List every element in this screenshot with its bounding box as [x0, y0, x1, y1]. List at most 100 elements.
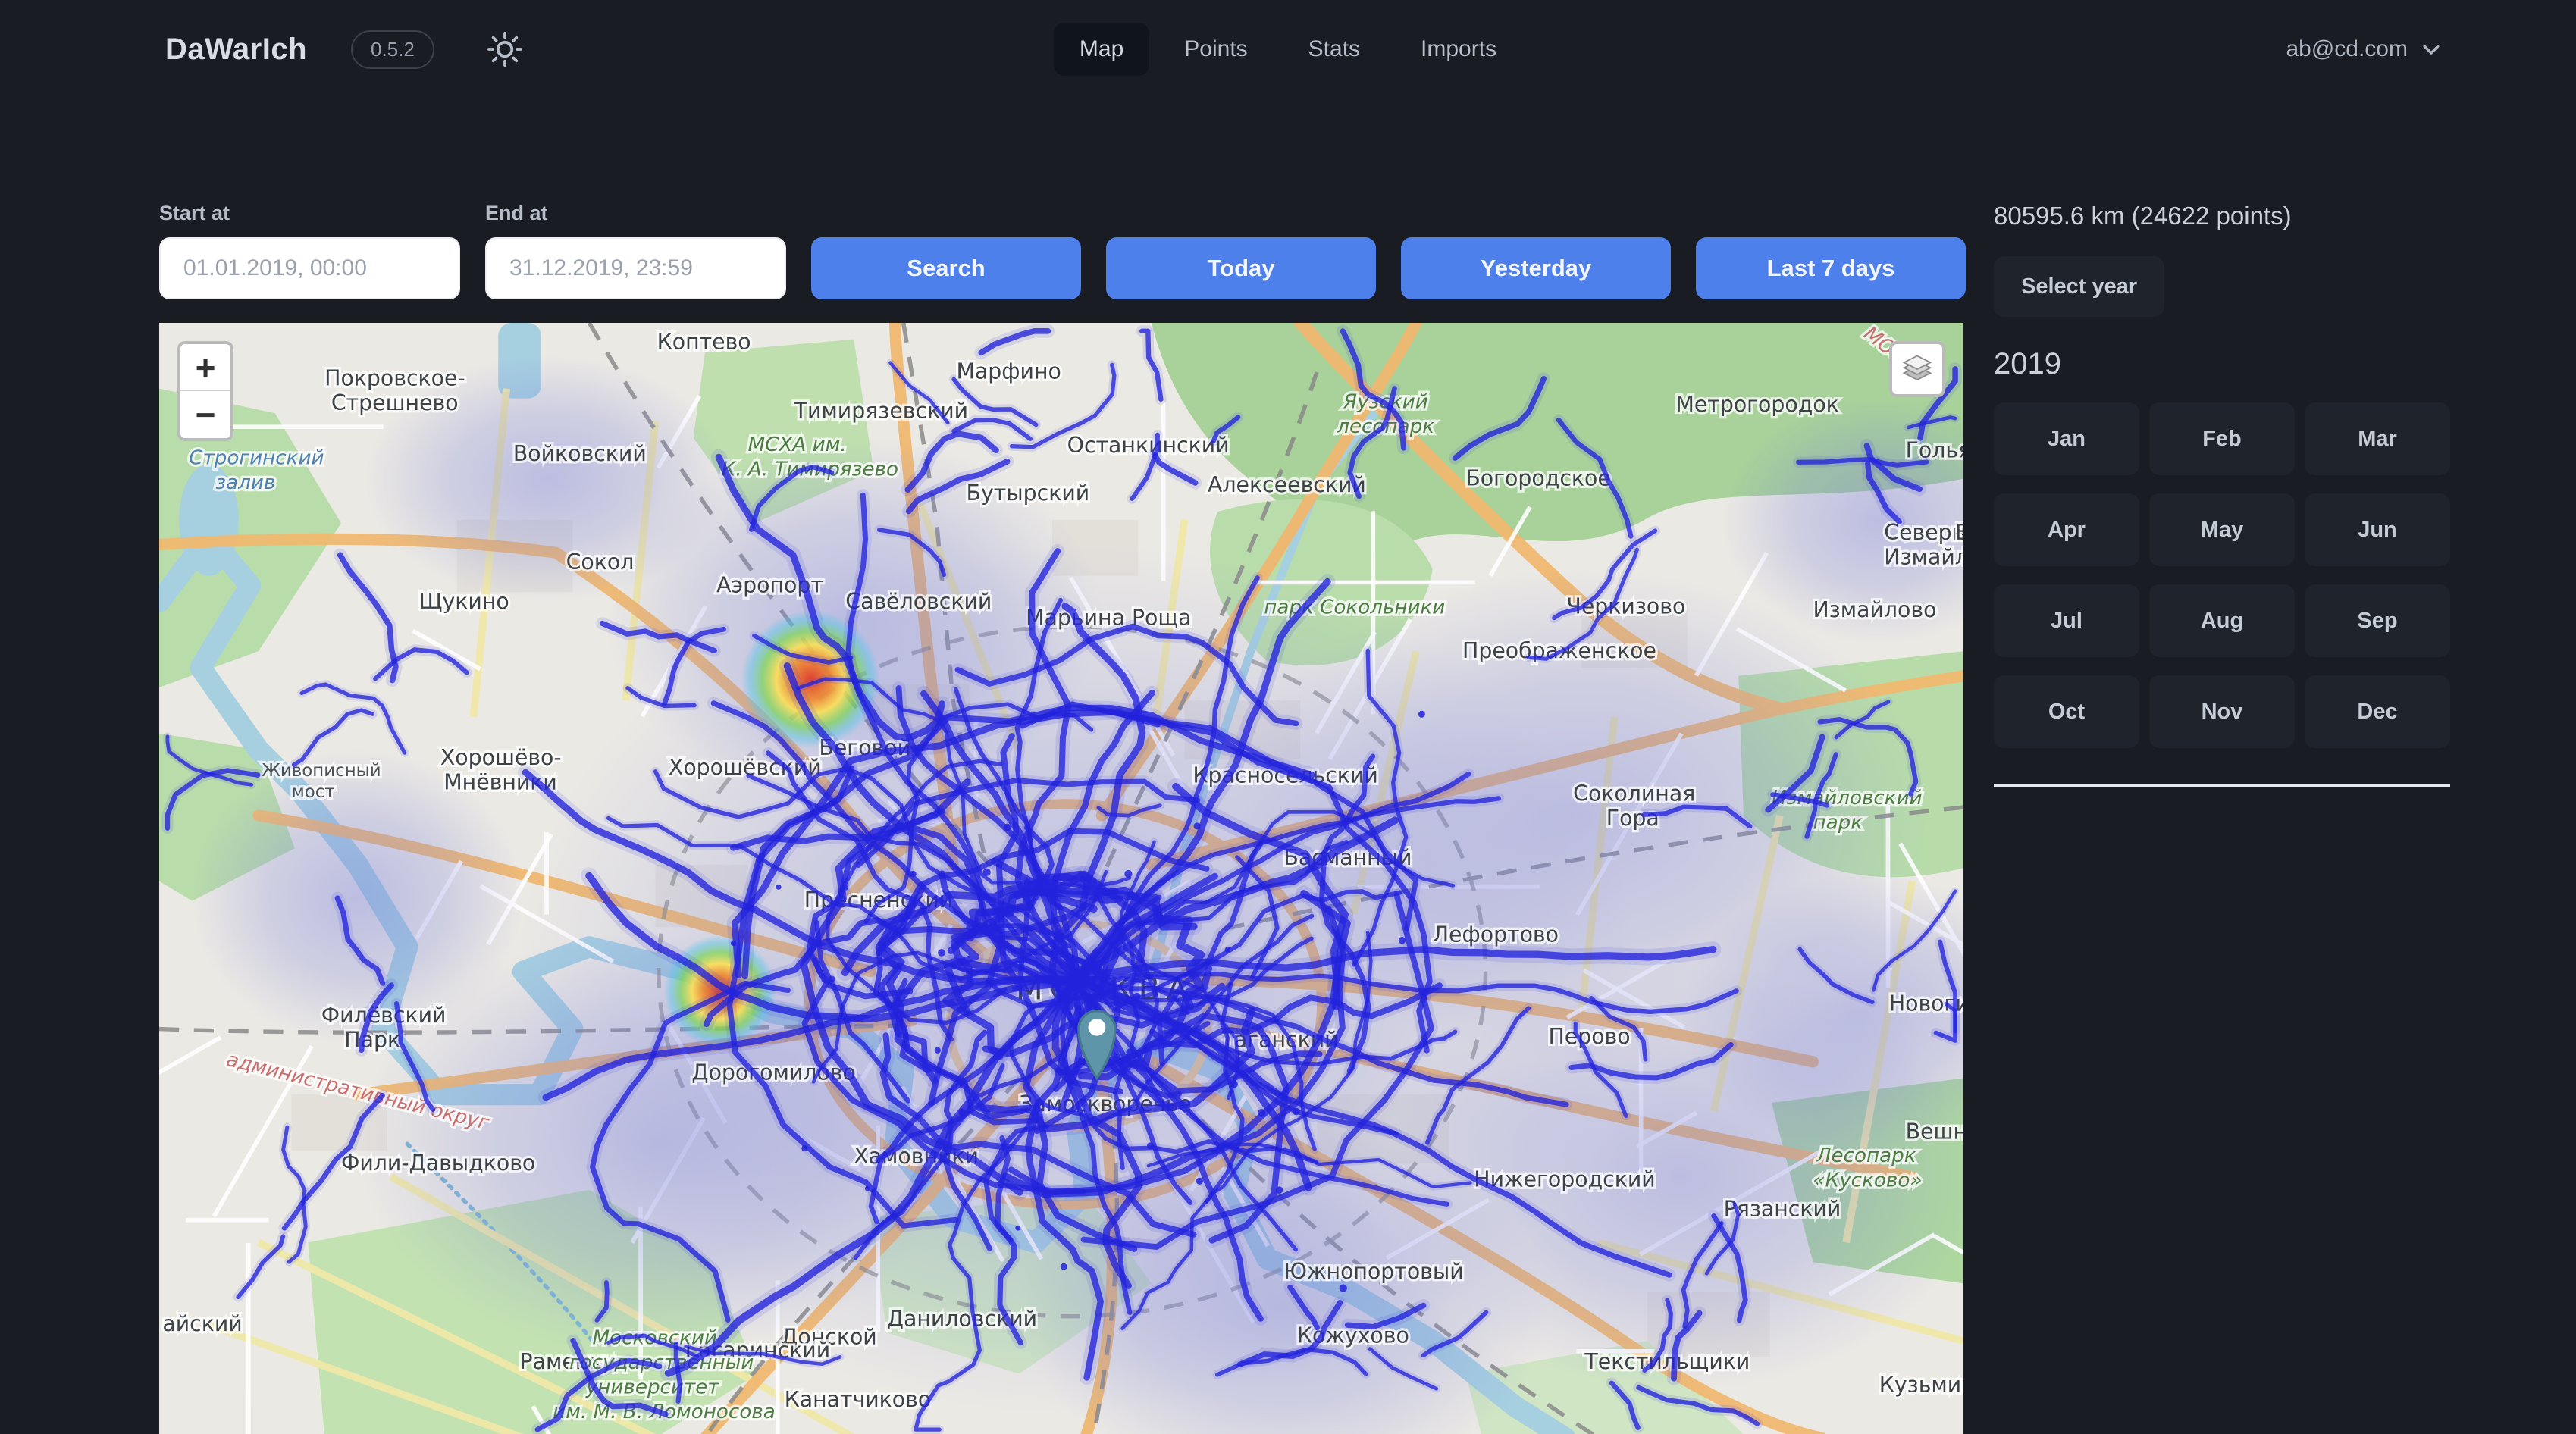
month-button-mar[interactable]: Mar: [2305, 402, 2450, 475]
distance-stats: 80595.6 km (24622 points): [1994, 202, 2450, 230]
version-badge: 0.5.2: [351, 30, 434, 69]
track-point: [1126, 1048, 1133, 1055]
track-point: [983, 869, 991, 876]
map-label: парк: [1813, 811, 1863, 834]
month-button-apr[interactable]: Apr: [1994, 493, 2139, 566]
tab-points[interactable]: Points: [1158, 23, 1273, 76]
month-button-dec[interactable]: Dec: [2305, 675, 2450, 748]
user-email: ab@cd.com: [2286, 36, 2408, 62]
tab-map[interactable]: Map: [1054, 23, 1149, 76]
month-grid: JanFebMar AprMayJun JulAugSep OctNovDec: [1994, 402, 2450, 748]
month-button-sep[interactable]: Sep: [2305, 584, 2450, 657]
app-logo[interactable]: DaWarIch: [165, 33, 307, 67]
track-point: [1196, 1178, 1203, 1185]
marker-dot: [1089, 1019, 1106, 1036]
map-label: мост: [292, 782, 335, 802]
map-label: МСХА им.: [748, 434, 847, 456]
user-menu[interactable]: ab@cd.com: [2286, 36, 2443, 62]
month-button-jul[interactable]: Jul: [1994, 584, 2139, 657]
map-label: Савёловский: [845, 589, 992, 614]
map-zoom-control: + −: [177, 341, 233, 441]
track-point: [1193, 822, 1200, 829]
track-point: [843, 885, 848, 891]
sidebar: 80595.6 km (24622 points) Select year 20…: [1994, 202, 2450, 1434]
last-7-days-button[interactable]: Last 7 days: [1696, 237, 1966, 299]
track-point: [1164, 1016, 1170, 1021]
today-button[interactable]: Today: [1106, 237, 1376, 299]
track-point: [731, 941, 736, 946]
map-label: Сокол: [566, 549, 635, 575]
end-at-input[interactable]: [485, 237, 786, 299]
track-point: [1015, 1226, 1020, 1231]
map-label: Щукино: [418, 589, 509, 614]
track-point: [776, 885, 781, 890]
map-label: Стрешнево: [331, 390, 459, 415]
month-button-jun[interactable]: Jun: [2305, 493, 2450, 566]
track-point: [1399, 937, 1406, 944]
track-point: [1293, 1107, 1300, 1115]
track-point: [992, 925, 1000, 934]
map-label: Лесопарк: [1816, 1144, 1916, 1167]
tab-imports[interactable]: Imports: [1395, 23, 1522, 76]
map-label: Войковский: [513, 441, 647, 466]
map-label: Текстильщики: [1584, 1349, 1750, 1374]
track-point: [865, 1186, 870, 1191]
map-label: Марфино: [956, 359, 1061, 384]
map-label: айский: [162, 1311, 242, 1336]
layers-icon: [1901, 353, 1933, 385]
layers-control-button[interactable]: [1889, 341, 1945, 397]
month-button-feb[interactable]: Feb: [2149, 402, 2295, 475]
end-at-label: End at: [485, 202, 786, 225]
start-at-input[interactable]: [159, 237, 460, 299]
map-label: Измайлово: [1884, 545, 1963, 570]
track-point: [1019, 965, 1025, 970]
map-label: Живописный: [262, 761, 381, 781]
track-point: [1133, 993, 1141, 1000]
track-point: [958, 1109, 966, 1116]
track-point: [801, 1145, 807, 1151]
track-point: [1340, 1284, 1347, 1292]
month-button-oct[interactable]: Oct: [1994, 675, 2139, 748]
sidebar-divider: [1994, 784, 2450, 787]
map-label: Лефортово: [1433, 922, 1559, 947]
map-label: Филёвский: [321, 1003, 447, 1028]
theme-toggle-button[interactable]: [484, 29, 525, 70]
zoom-out-button[interactable]: −: [180, 391, 230, 438]
month-button-nov[interactable]: Nov: [2149, 675, 2295, 748]
track-point: [829, 975, 835, 982]
map-canvas[interactable]: КоптевоПокровское-СтрешневоТимирязевский…: [159, 323, 1963, 1434]
month-button-aug[interactable]: Aug: [2149, 584, 2295, 657]
map-label: Канатчиково: [785, 1387, 932, 1412]
track-point: [938, 949, 945, 957]
zoom-in-button[interactable]: +: [180, 344, 230, 391]
map-label: Метрогородок: [1675, 392, 1838, 417]
track-point: [1258, 1109, 1266, 1116]
map-label: Измайлово: [1962, 545, 1963, 570]
track-point: [1147, 1142, 1154, 1149]
sun-icon: [484, 29, 525, 70]
tab-stats[interactable]: Stats: [1283, 23, 1386, 76]
search-button[interactable]: Search: [811, 237, 1081, 299]
map-label: Хорошёво-: [440, 745, 562, 770]
track-point: [1418, 711, 1425, 718]
track-point: [1276, 1186, 1283, 1194]
month-button-may[interactable]: May: [2149, 493, 2295, 566]
track-point: [910, 871, 917, 877]
yesterday-button[interactable]: Yesterday: [1401, 237, 1671, 299]
track-point: [1004, 824, 1011, 831]
track-point: [960, 1081, 965, 1086]
map-label: Перово: [1548, 1024, 1630, 1049]
map-label: Соколиная: [1573, 781, 1695, 806]
filters-row: Start at End at Search Today Yesterday Last…: [159, 202, 1963, 299]
map-label: Парк: [344, 1027, 400, 1052]
map-label: Южнопортовый: [1283, 1259, 1463, 1284]
map-column: Start at End at Search Today Yesterday Last…: [159, 202, 1963, 1434]
map-label: Бутырский: [967, 481, 1090, 506]
map-label: Строгинский: [189, 446, 324, 469]
month-button-jan[interactable]: Jan: [1994, 402, 2139, 475]
start-at-label: Start at: [159, 202, 460, 225]
select-year-button[interactable]: Select year: [1994, 256, 2164, 317]
quick-range-buttons: Search Today Yesterday Last 7 days: [811, 237, 1966, 299]
track-point: [1225, 947, 1231, 953]
map-label: Богородское: [1465, 466, 1610, 491]
